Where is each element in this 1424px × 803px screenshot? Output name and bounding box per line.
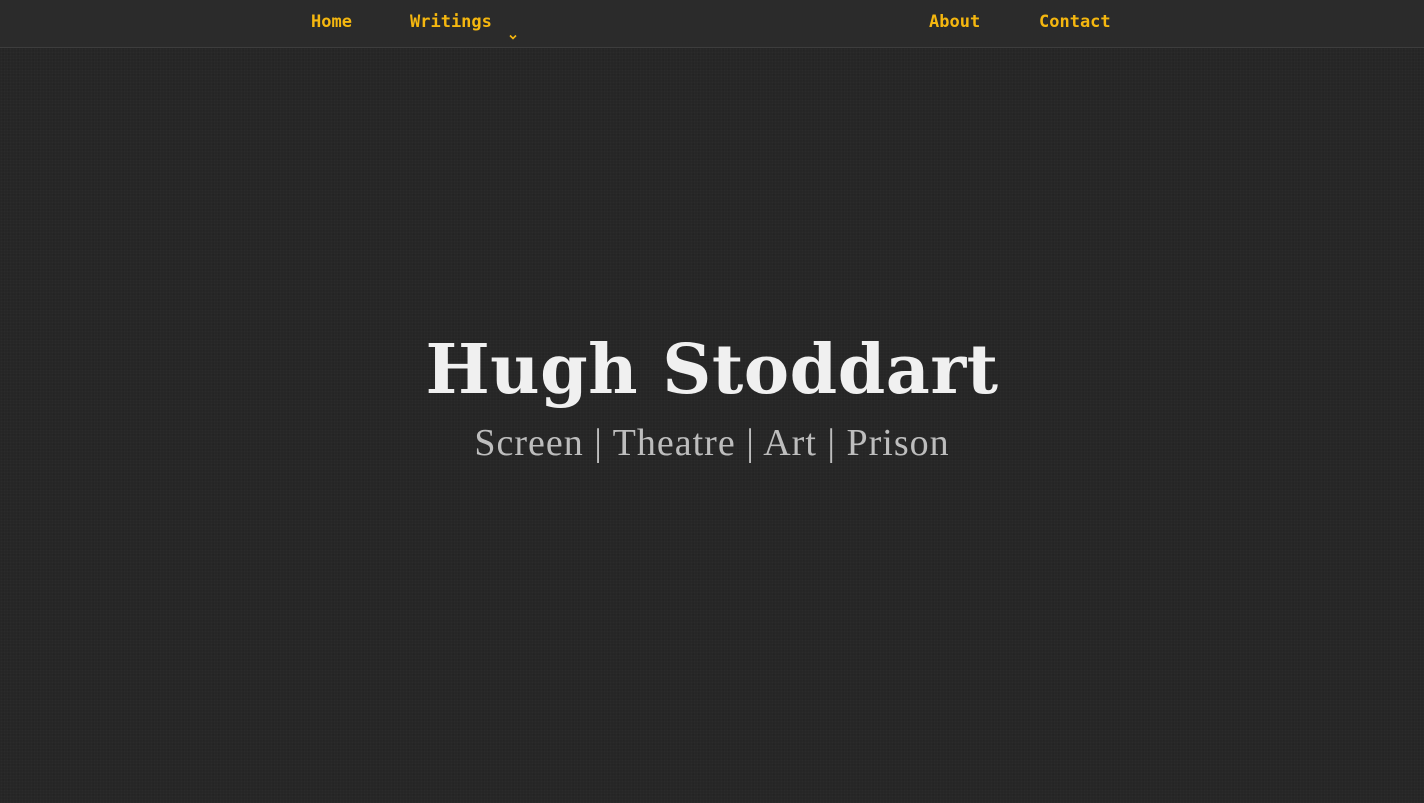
nav-link-writings-label: Writings — [410, 12, 492, 32]
nav-link-writings[interactable]: Writings — [410, 0, 518, 44]
hero-section: Hugh Stoddart Screen | Theatre | Art | P… — [0, 320, 1424, 468]
site-tagline: Screen | Theatre | Art | Prison — [474, 422, 950, 464]
nav-link-contact[interactable]: Contact — [1039, 0, 1111, 44]
site-title: Hugh Stoddart — [425, 330, 999, 410]
chevron-down-icon[interactable] — [508, 15, 518, 40]
top-navigation: Home Writings About Contact — [0, 0, 1424, 48]
nav-link-home[interactable]: Home — [311, 0, 352, 44]
nav-link-about[interactable]: About — [929, 0, 980, 44]
